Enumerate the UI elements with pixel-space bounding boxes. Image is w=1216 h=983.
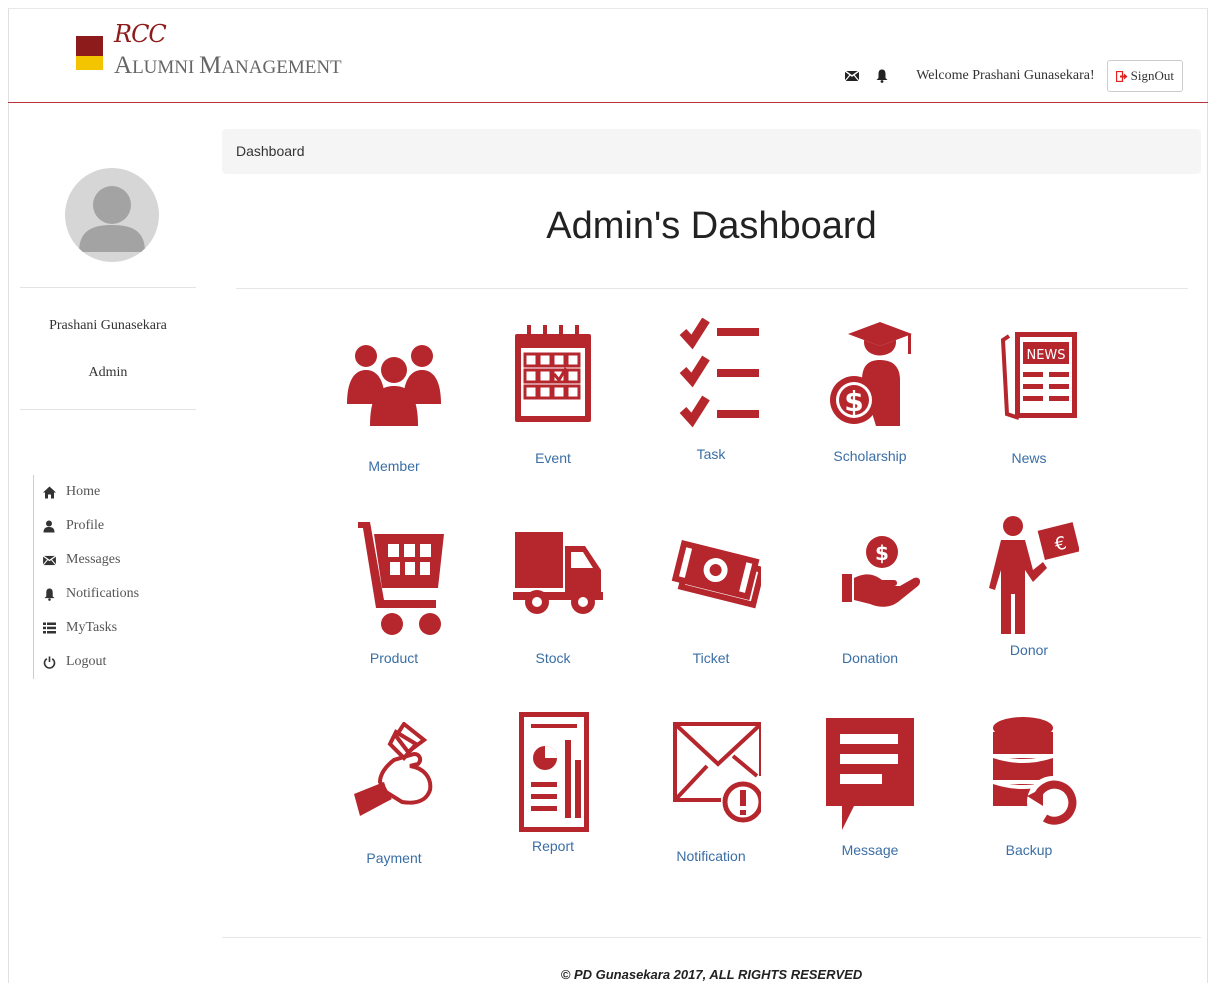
sidebar-item-label: MyTasks	[66, 620, 118, 635]
tile-label[interactable]: Message	[805, 842, 935, 858]
envelope-icon	[42, 553, 56, 567]
tile-task[interactable]: Task	[646, 318, 776, 488]
tile-ticket[interactable]: Ticket	[646, 522, 776, 692]
tile-label[interactable]: Member	[329, 458, 459, 474]
tile-stock[interactable]: Stock	[488, 522, 618, 692]
donor-icon: €	[989, 516, 1079, 634]
user-name: Prashani Gunasekara	[49, 318, 167, 333]
envelope-icon[interactable]	[844, 68, 860, 84]
signout-label: SignOut	[1130, 68, 1174, 83]
user-icon	[42, 519, 56, 533]
list-icon	[42, 621, 56, 635]
breadcrumb[interactable]: Dashboard	[222, 129, 1201, 174]
sidebar-nav: Home Profile Messages Notifications MyTa…	[33, 475, 139, 679]
sidebar-item-messages[interactable]: Messages	[42, 543, 139, 577]
tile-product[interactable]: Product	[329, 522, 459, 692]
svg-text:$: $	[875, 541, 889, 565]
user-role: Admin	[88, 365, 128, 380]
tile-scholarship[interactable]: $ Scholarship	[805, 320, 935, 490]
sidebar-item-notifications[interactable]: Notifications	[42, 577, 139, 611]
home-icon	[42, 485, 56, 499]
footer-copyright: © PD Gunasekara 2017, ALL RIGHTS RESERVE…	[560, 967, 863, 982]
database-backup-icon	[993, 717, 1079, 828]
tile-label[interactable]: Payment	[329, 850, 459, 866]
tile-label[interactable]: News	[964, 450, 1094, 466]
tile-label[interactable]: Event	[488, 450, 618, 466]
sidebar-item-label: Profile	[66, 518, 105, 533]
checklist-icon	[679, 318, 759, 428]
tile-label[interactable]: Backup	[964, 842, 1094, 858]
tile-payment[interactable]: Payment	[329, 722, 459, 892]
top-header: RCC ALUMNI MANAGEMENT Welcome Prashani G…	[8, 8, 1208, 103]
tile-report[interactable]: Report	[488, 710, 618, 880]
tile-label[interactable]: Stock	[488, 650, 618, 666]
power-icon	[42, 655, 56, 669]
tile-label[interactable]: Report	[488, 838, 618, 854]
page-title: Admin's Dashboard	[546, 205, 877, 247]
tile-label[interactable]: Donor	[964, 642, 1094, 658]
donation-hand-icon: $	[842, 536, 920, 607]
tile-backup[interactable]: Backup	[964, 714, 1094, 884]
brand-name: ALUMNI MANAGEMENT	[114, 52, 342, 79]
group-icon	[347, 345, 441, 426]
signout-icon	[1115, 70, 1128, 82]
tile-label[interactable]: Product	[329, 650, 459, 666]
calendar-icon	[515, 325, 591, 422]
sidebar-item-logout[interactable]: Logout	[42, 645, 139, 679]
payment-hand-icon	[354, 722, 433, 816]
tile-label[interactable]: Ticket	[646, 650, 776, 666]
logo-yellow-square	[76, 56, 103, 70]
report-icon	[519, 712, 589, 832]
tile-event[interactable]: Event	[488, 322, 618, 492]
sidebar-item-mytasks[interactable]: MyTasks	[42, 611, 139, 645]
logo-red-square	[76, 36, 103, 56]
logo-mark: RCC	[114, 20, 167, 48]
sidebar-item-home[interactable]: Home	[42, 475, 139, 509]
brand-logo[interactable]: RCC ALUMNI MANAGEMENT	[76, 20, 376, 88]
bell-icon	[42, 587, 56, 601]
newspaper-icon: NEWS	[1000, 332, 1077, 420]
divider	[236, 288, 1188, 289]
tile-notification[interactable]: Notification	[646, 720, 776, 890]
ticket-icon	[671, 540, 761, 609]
tile-label[interactable]: Donation	[805, 650, 935, 666]
tile-donor[interactable]: € Donor	[964, 514, 1094, 684]
welcome-text: Welcome Prashani Gunasekara!	[916, 68, 1095, 83]
signout-button[interactable]: SignOut	[1106, 60, 1183, 92]
avatar	[65, 168, 159, 262]
sidebar-item-label: Messages	[66, 552, 121, 567]
sidebar-item-label: Logout	[66, 654, 107, 669]
tile-member[interactable]: Member	[329, 330, 459, 500]
tile-label[interactable]: Notification	[646, 848, 776, 864]
graduate-icon: $	[830, 322, 912, 426]
header-actions: Welcome Prashani Gunasekara! SignOut	[844, 60, 1183, 92]
cart-icon	[358, 522, 444, 635]
truck-icon	[513, 532, 603, 614]
message-bubble-icon	[826, 718, 914, 830]
sidebar-item-profile[interactable]: Profile	[42, 509, 139, 543]
bell-icon[interactable]	[874, 68, 890, 84]
svg-text:$: $	[844, 385, 863, 418]
tile-donation[interactable]: $ Donation	[805, 522, 935, 692]
mail-alert-icon	[673, 722, 761, 823]
divider	[20, 287, 196, 288]
tile-label[interactable]: Scholarship	[805, 448, 935, 464]
tile-news[interactable]: NEWS News	[964, 322, 1094, 492]
sidebar-item-label: Home	[66, 484, 101, 499]
sidebar-item-label: Notifications	[66, 586, 140, 601]
svg-text:NEWS: NEWS	[1026, 348, 1065, 363]
divider	[20, 409, 196, 410]
divider	[222, 937, 1201, 938]
tile-label[interactable]: Task	[646, 446, 776, 462]
tile-message[interactable]: Message	[805, 714, 935, 884]
